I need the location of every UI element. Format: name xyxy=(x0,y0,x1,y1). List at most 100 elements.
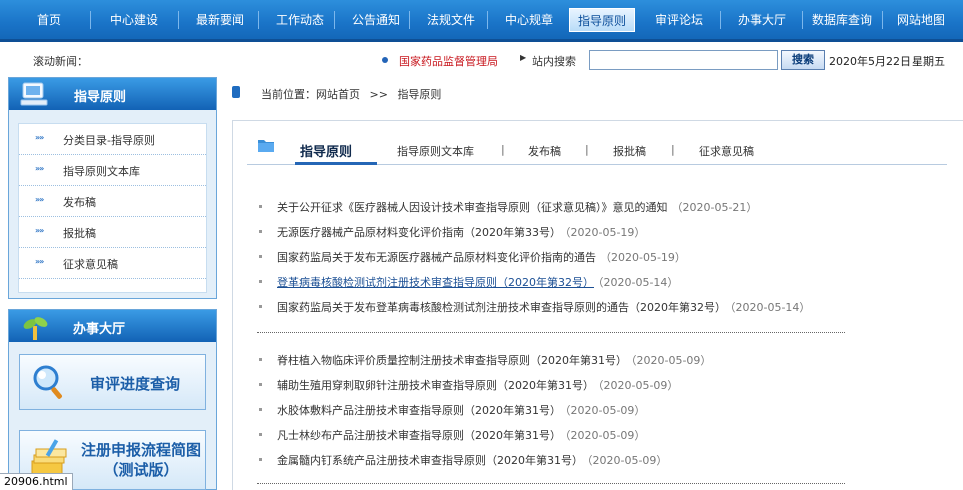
list-divider xyxy=(257,483,845,484)
news-title[interactable]: 关于公开征求《医疗器械人因设计技术审查指导原则（征求意见稿）》意见的通知 xyxy=(277,201,668,214)
news-title[interactable]: 水胶体敷料产品注册技术审查指导原则（2020年第31号） xyxy=(277,404,561,417)
double-arrow-icon: »» xyxy=(35,133,44,142)
nav-item-regulations[interactable]: 法规文件 xyxy=(413,8,489,32)
news-title[interactable]: 脊柱植入物临床评价质量控制注册技术审查指导原则（2020年第31号） xyxy=(277,354,627,367)
news-date: （2020-05-09） xyxy=(598,379,679,392)
nav-separator xyxy=(178,11,179,29)
nav-item-work-updates[interactable]: 工作动态 xyxy=(262,8,338,32)
sidebar-guidelines: 指导原则 »» 分类目录-指导原则 »» 指导原则文本库 »» 发布稿 »» 报… xyxy=(8,77,217,299)
sidebar-service-hall: 办事大厅 审评进度查询 注册申报流程简图 （测试版） xyxy=(8,309,217,490)
main-content-panel: 指导原则 指导原则文本库 | 发布稿 | 报批稿 | 征求意见稿 关于公开征求《… xyxy=(232,120,963,490)
search-input[interactable] xyxy=(589,50,778,70)
news-date: （2020-05-21） xyxy=(671,201,758,214)
nav-separator xyxy=(334,11,335,29)
news-date: （2020-05-09） xyxy=(565,404,646,417)
bullet-icon xyxy=(259,433,262,436)
tab-text-library[interactable]: 指导原则文本库 xyxy=(397,143,474,159)
tab-separator: | xyxy=(501,143,505,156)
folder-icon xyxy=(258,140,274,152)
sidebar-item-published[interactable]: »» 发布稿 xyxy=(19,186,206,217)
site-search-label: 站内搜索 xyxy=(532,55,576,68)
double-arrow-icon: »» xyxy=(35,164,44,173)
review-progress-button[interactable]: 审评进度查询 xyxy=(19,354,206,410)
sidebar-title: 指导原则 xyxy=(74,90,127,105)
search-button[interactable]: 搜索 xyxy=(781,50,825,70)
bullet-icon xyxy=(259,205,262,208)
info-bar: 滚动新闻： 国家药品监督管理局 ▶ 站内搜索 搜索 2020年5月22日 星期五 xyxy=(0,42,963,76)
news-title[interactable]: 辅助生殖用穿刺取卵针注册技术审查指导原则（2020年第31号） xyxy=(277,379,594,392)
sidebar-header: 办事大厅 xyxy=(9,310,216,342)
news-title[interactable]: 金属髓内钉系统产品注册技术审查指导原则（2020年第31号） xyxy=(277,454,583,467)
nav-item-center-rules[interactable]: 中心规章 xyxy=(491,8,567,32)
sidebar-item-label[interactable]: 报批稿 xyxy=(63,225,96,241)
news-date: （2020-05-14） xyxy=(598,276,679,289)
breadcrumb-home-link[interactable]: 网站首页 xyxy=(316,88,360,101)
tab-bar: 指导原则 指导原则文本库 | 发布稿 | 报批稿 | 征求意见稿 xyxy=(247,140,947,165)
bullet-icon xyxy=(259,230,262,233)
breadcrumb: 当前位置：网站首页 >> 指导原则 xyxy=(261,86,441,102)
news-title[interactable]: 国家药监局关于发布无源医疗器械产品原材料变化评价指南的通告 xyxy=(277,251,596,264)
bullet-icon xyxy=(259,383,262,386)
double-arrow-icon: »» xyxy=(35,195,44,204)
breadcrumb-prefix: 当前位置： xyxy=(261,88,316,101)
sidebar-item-library[interactable]: »» 指导原则文本库 xyxy=(19,155,206,186)
double-arrow-icon: »» xyxy=(35,226,44,235)
plant-icon xyxy=(23,317,48,340)
nav-item-site-map[interactable]: 网站地图 xyxy=(886,8,956,32)
tab-published[interactable]: 发布稿 xyxy=(528,143,561,159)
sidebar-item-approval[interactable]: »» 报批稿 xyxy=(19,217,206,248)
nav-item-latest-news[interactable]: 最新要闻 xyxy=(182,8,258,32)
sidebar-header: 指导原则 xyxy=(9,78,216,110)
news-title[interactable]: 国家药监局关于发布登革病毒核酸检测试剂注册技术审查指导原则的通告（2020年第3… xyxy=(277,301,726,314)
nmpa-link[interactable]: 国家药品监督管理局 xyxy=(399,53,498,69)
news-date: （2020-05-09） xyxy=(587,454,668,467)
news-title[interactable]: 无源医疗器械产品原材料变化评价指南（2020年第33号） xyxy=(277,226,561,239)
news-date: （2020-05-19） xyxy=(600,251,686,264)
magnifier-icon xyxy=(33,365,62,399)
breadcrumb-marker-icon xyxy=(232,86,240,98)
nav-item-service-hall[interactable]: 办事大厅 xyxy=(724,8,800,32)
nav-item-announcements[interactable]: 公告通知 xyxy=(338,8,414,32)
tab-approval[interactable]: 报批稿 xyxy=(613,143,646,159)
triangle-right-icon: ▶ xyxy=(520,53,527,62)
nav-separator xyxy=(720,11,721,29)
service-title: 办事大厅 xyxy=(73,322,126,337)
scroll-news-label: 滚动新闻： xyxy=(33,55,88,68)
nav-separator xyxy=(802,11,803,29)
bullet-icon xyxy=(259,280,262,283)
news-title[interactable]: 登革病毒核酸检测试剂注册技术审查指导原则（2020年第32号） xyxy=(277,276,594,289)
registration-flow-label: 注册申报流程简图 xyxy=(80,441,201,459)
nav-item-center-construction[interactable]: 中心建设 xyxy=(94,8,174,32)
nav-separator xyxy=(882,11,883,29)
sidebar-item-label[interactable]: 发布稿 xyxy=(63,194,96,210)
news-date: （2020-05-19） xyxy=(565,226,646,239)
tab-guidelines-active[interactable]: 指导原则 xyxy=(300,141,352,160)
tab-consultation[interactable]: 征求意见稿 xyxy=(699,143,754,159)
active-tab-underline xyxy=(295,162,377,165)
news-title[interactable]: 凡士林纱布产品注册技术审查指导原则（2020年第31号） xyxy=(277,429,561,442)
sidebar-item-consultation[interactable]: »» 征求意见稿 xyxy=(19,248,206,279)
bullet-icon xyxy=(259,255,262,258)
tab-separator: | xyxy=(671,143,675,156)
breadcrumb-separator: >> xyxy=(369,88,388,101)
nav-separator xyxy=(258,11,259,29)
nav-item-home[interactable]: 首页 xyxy=(12,8,86,32)
bullet-icon xyxy=(382,57,388,63)
news-date: （2020-05-14） xyxy=(730,301,811,314)
list-divider xyxy=(257,332,845,333)
sidebar-item-label[interactable]: 分类目录-指导原则 xyxy=(63,132,155,148)
nav-item-guidelines[interactable]: 指导原则 xyxy=(569,8,635,32)
nav-item-database-query[interactable]: 数据库查询 xyxy=(804,8,880,32)
nav-separator xyxy=(409,11,410,29)
sidebar-item-category[interactable]: »» 分类目录-指导原则 xyxy=(19,124,206,155)
nav-item-review-forum[interactable]: 审评论坛 xyxy=(641,8,717,32)
computer-icon xyxy=(20,82,48,106)
bullet-icon xyxy=(259,408,262,411)
tab-separator: | xyxy=(585,143,589,156)
current-weekday: 星期五 xyxy=(912,55,945,68)
bullet-icon xyxy=(259,358,262,361)
sidebar-item-label[interactable]: 征求意见稿 xyxy=(63,256,118,272)
sidebar-item-label[interactable]: 指导原则文本库 xyxy=(63,163,140,179)
registration-flow-sublabel: （测试版） xyxy=(103,461,179,479)
bullet-icon xyxy=(259,458,262,461)
